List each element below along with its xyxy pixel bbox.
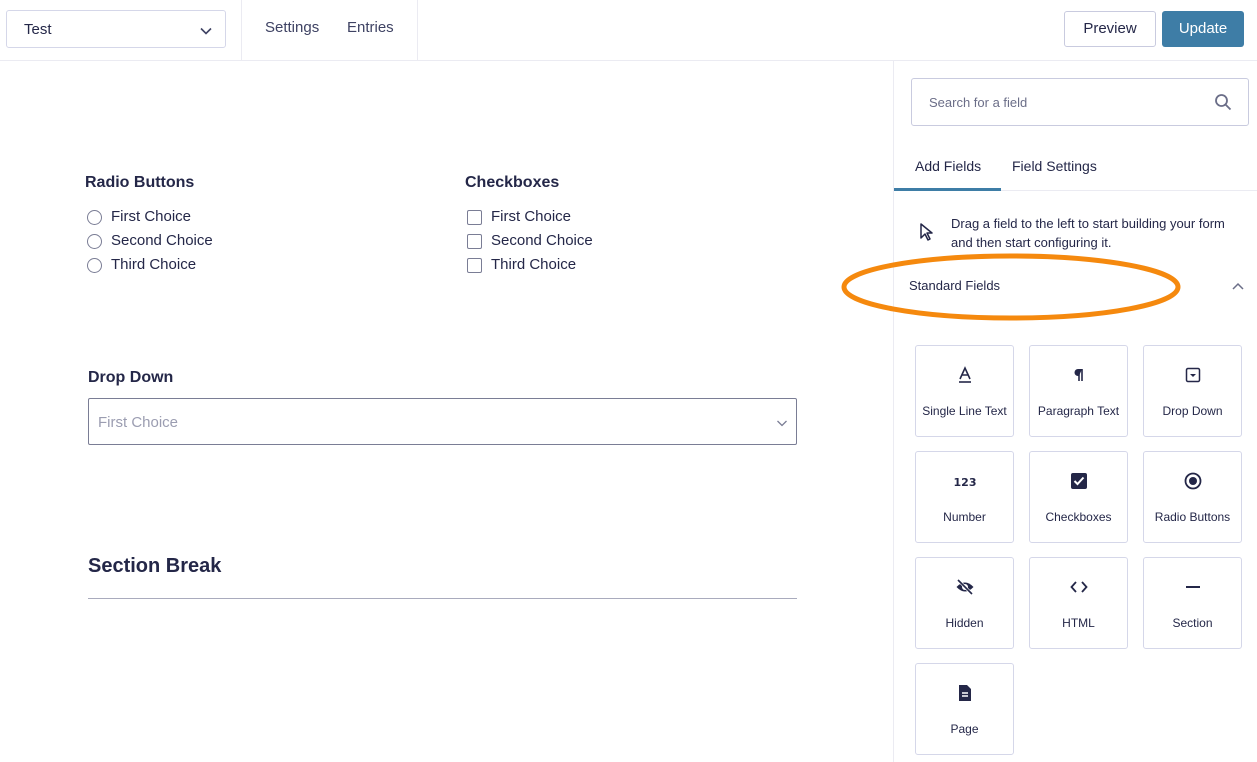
eye-off-icon [956, 578, 973, 596]
code-brackets-icon [1069, 581, 1088, 593]
form-selector[interactable]: Test [6, 10, 226, 48]
tile-label: Number [943, 510, 986, 524]
tile-label: HTML [1062, 616, 1095, 630]
toolbar-divider [417, 0, 418, 60]
minus-icon [1185, 586, 1200, 588]
choice-label: First Choice [111, 208, 192, 225]
radio-input[interactable] [87, 258, 102, 273]
tile-page[interactable]: Page [915, 663, 1014, 755]
field-sidebar: Search for a field Add Fields Field Sett… [893, 61, 1257, 762]
drag-hint-text: Drag a field to the left to start buildi… [951, 216, 1225, 250]
radio-input[interactable] [87, 210, 102, 225]
section-title: Section Break [88, 555, 222, 577]
preview-button[interactable]: Preview [1064, 11, 1156, 47]
field-search-input[interactable]: Search for a field [911, 78, 1249, 126]
search-placeholder: Search for a field [929, 95, 1028, 110]
choice-label: First Choice [491, 208, 572, 225]
radio-input[interactable] [87, 234, 102, 249]
pilcrow-icon [1074, 369, 1083, 381]
tile-label: Page [950, 722, 979, 736]
tile-section[interactable]: Section [1143, 557, 1242, 649]
field-title: Checkboxes [465, 174, 560, 191]
active-tab-indicator [894, 188, 1001, 191]
tile-label: Radio Buttons [1154, 510, 1231, 524]
tile-html[interactable]: HTML [1029, 557, 1128, 649]
svg-text:123: 123 [954, 476, 976, 489]
checkbox-input[interactable] [467, 258, 482, 273]
tile-label: Paragraph Text [1037, 404, 1120, 418]
tile-label: Checkboxes [1045, 510, 1112, 524]
search-icon [1215, 94, 1232, 111]
choice-label: Second Choice [491, 232, 593, 249]
tile-label: Single Line Text [922, 404, 1007, 418]
text-a-icon [958, 366, 971, 383]
drop-down-value: First Choice [98, 414, 179, 431]
tile-checkboxes[interactable]: Checkboxes [1029, 451, 1128, 543]
dropdown-icon [1185, 367, 1200, 383]
section-divider [88, 598, 797, 599]
tab-add-fields[interactable]: Add Fields [915, 158, 981, 174]
chevron-down-icon [200, 27, 212, 35]
cursor-arrow-icon [920, 223, 933, 241]
drop-down-select[interactable]: First Choice [88, 398, 797, 445]
tile-paragraph-text[interactable]: Paragraph Text [1029, 345, 1128, 437]
toolbar-divider [241, 0, 242, 60]
tile-label: Drop Down [1162, 404, 1223, 418]
standard-fields-heading[interactable]: Standard Fields [909, 278, 1000, 293]
tile-number[interactable]: 123 Number [915, 451, 1014, 543]
number-123-icon: 123 [954, 476, 976, 489]
field-title: Radio Buttons [85, 174, 195, 191]
top-toolbar: Test Settings Entries Preview Update [0, 0, 1257, 61]
form-selector-label: Test [24, 21, 52, 38]
chevron-down-icon [777, 420, 787, 427]
entries-link[interactable]: Entries [347, 19, 394, 36]
tile-single-line-text[interactable]: Single Line Text [915, 345, 1014, 437]
tile-radio-buttons[interactable]: Radio Buttons [1143, 451, 1242, 543]
sidebar-tabs: Add Fields Field Settings [894, 143, 1257, 191]
choice-label: Second Choice [111, 232, 213, 249]
page-icon [958, 685, 971, 701]
form-canvas: Radio Buttons First Choice Second Choice… [0, 61, 893, 762]
choice-label: Third Choice [111, 256, 197, 273]
tile-drop-down[interactable]: Drop Down [1143, 345, 1242, 437]
tile-label: Section [1172, 616, 1213, 630]
radio-selected-icon [1184, 472, 1201, 490]
tile-label: Hidden [945, 616, 984, 630]
field-title: Drop Down [88, 369, 174, 386]
checkbox-input[interactable] [467, 210, 482, 225]
choice-label: Third Choice [491, 256, 577, 273]
tab-field-settings[interactable]: Field Settings [1012, 158, 1097, 174]
update-button[interactable]: Update [1162, 11, 1244, 47]
checkbox-input[interactable] [467, 234, 482, 249]
settings-link[interactable]: Settings [265, 19, 319, 36]
checkbox-checked-icon [1070, 473, 1087, 489]
tile-hidden[interactable]: Hidden [915, 557, 1014, 649]
chevron-up-icon[interactable] [1231, 281, 1245, 291]
